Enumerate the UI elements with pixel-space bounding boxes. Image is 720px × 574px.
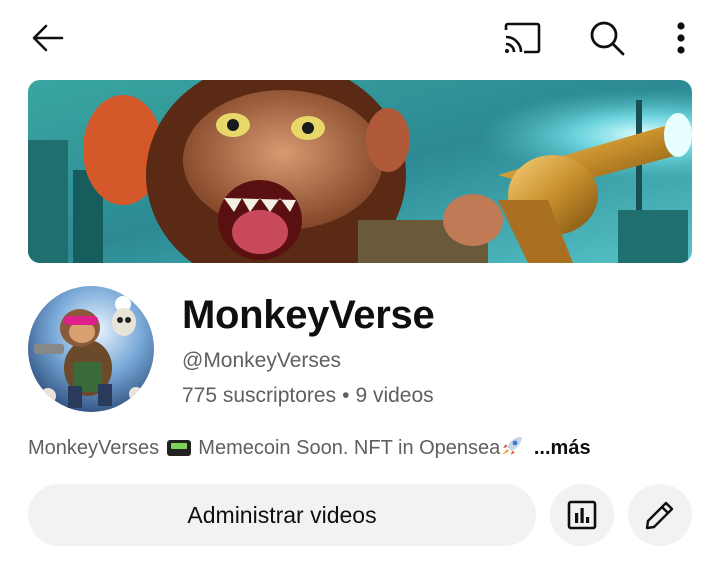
subscriber-count: 775 suscriptores — [182, 384, 337, 407]
channel-name: MonkeyVerse — [182, 293, 435, 337]
stats-separator: • — [342, 384, 350, 407]
more-link[interactable]: ...más — [534, 437, 591, 459]
manage-videos-button[interactable]: Administrar videos — [28, 484, 536, 546]
search-icon — [590, 21, 625, 56]
pager-emoji-icon — [166, 440, 191, 456]
rocket-emoji-icon — [502, 437, 523, 455]
channel-banner — [28, 80, 692, 263]
description-text-rest: Memecoin Soon. NFT in Opensea — [198, 437, 501, 459]
channel-handle: @MonkeyVerses — [182, 349, 342, 372]
back-button[interactable] — [24, 14, 72, 62]
arrow-left-icon — [32, 24, 64, 52]
search-button[interactable] — [583, 14, 631, 62]
more-options-button[interactable] — [657, 14, 705, 62]
video-count: 9 videos — [355, 384, 434, 407]
analytics-icon — [567, 500, 597, 530]
cast-icon — [504, 22, 541, 54]
analytics-button[interactable] — [550, 484, 614, 546]
pencil-icon — [645, 501, 674, 530]
channel-avatar[interactable] — [28, 286, 154, 412]
channel-page: MonkeyVerse @MonkeyVerses 775 suscriptor… — [0, 0, 720, 574]
more-vertical-icon — [677, 22, 685, 54]
top-app-bar — [0, 0, 720, 76]
description-text-start: MonkeyVerses — [28, 437, 160, 459]
channel-stats: 775 suscriptores • 9 videos — [182, 381, 434, 411]
avatar-image — [28, 286, 154, 412]
banner-image — [28, 80, 692, 263]
cast-button[interactable] — [498, 14, 546, 62]
edit-button[interactable] — [628, 484, 692, 546]
channel-description[interactable]: MonkeyVerses Memecoin Soon. NFT in Opens… — [28, 433, 591, 463]
